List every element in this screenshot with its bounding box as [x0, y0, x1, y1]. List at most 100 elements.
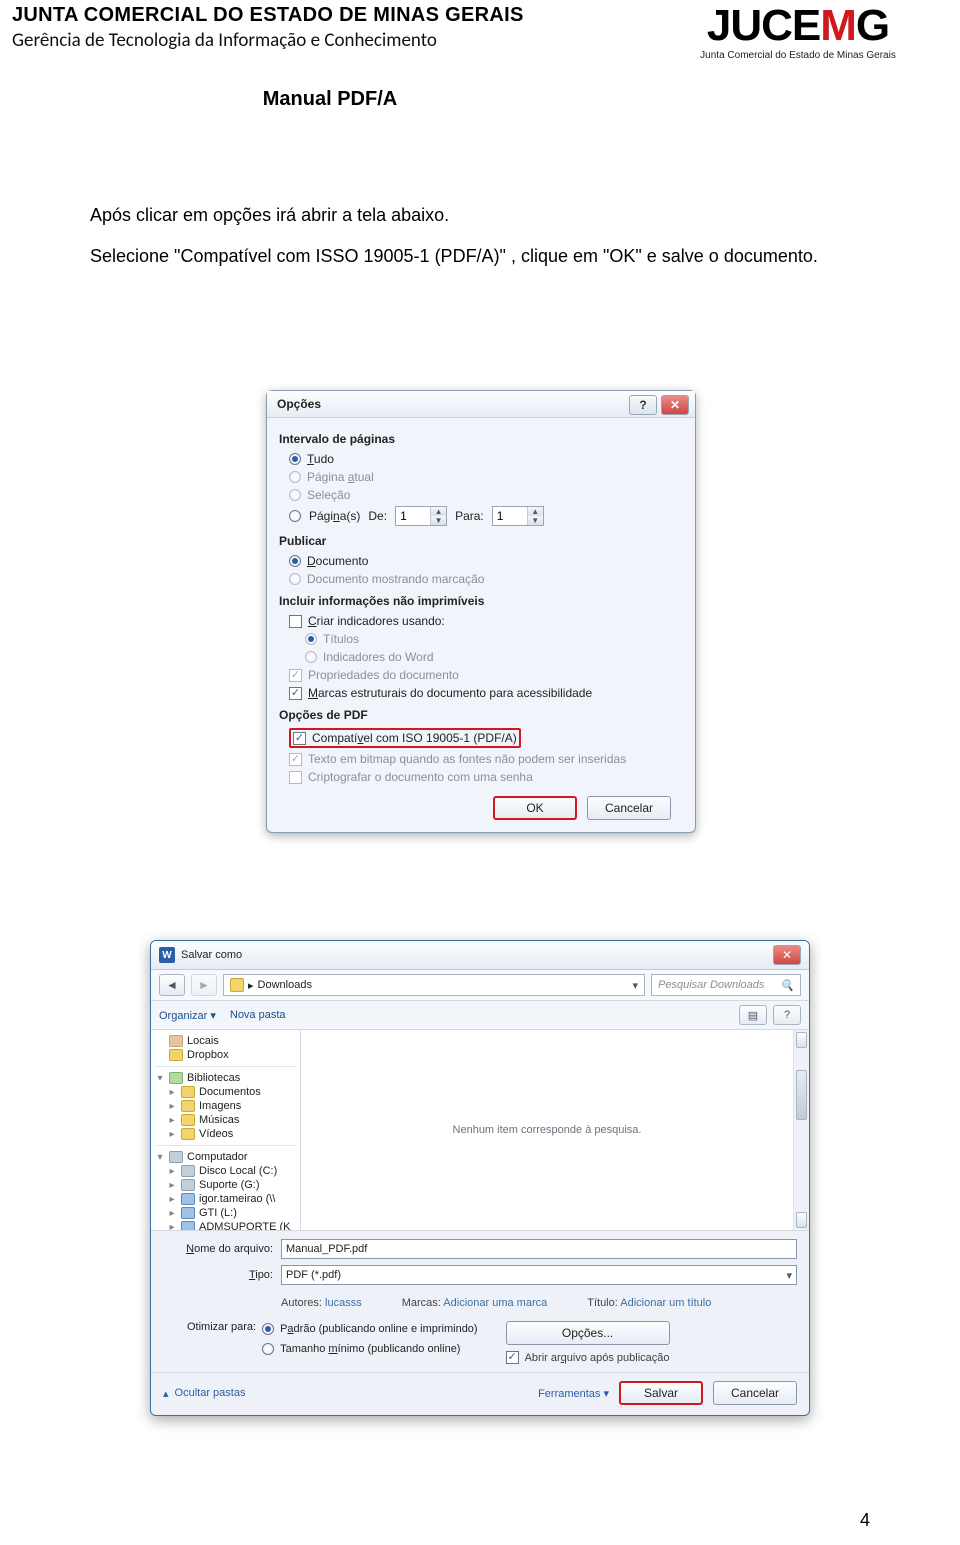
options-dialog-title: Opções — [277, 397, 321, 411]
ok-button[interactable]: OK — [493, 796, 577, 820]
tree-label: Vídeos — [199, 1128, 233, 1140]
breadcrumb-arrow-icon: ▸ — [248, 979, 254, 992]
tree-item-bibliotecas[interactable]: ▾Bibliotecas — [155, 1071, 296, 1085]
radio-icon — [289, 573, 301, 585]
dept-name: Gerência de Tecnologia da Informação e C… — [12, 29, 648, 52]
radio-icon — [289, 453, 301, 465]
hide-folders-label: Ocultar pastas — [175, 1387, 246, 1399]
cancel-button[interactable]: Cancelar — [587, 796, 671, 820]
view-mode-button[interactable]: ▤ — [739, 1005, 767, 1025]
pages-from-spinner[interactable]: ▲▼ — [395, 506, 447, 526]
meta-tags[interactable]: Marcas: Adicionar uma marca — [402, 1297, 548, 1309]
check-docprops-row[interactable]: Propriedades do documento — [279, 666, 683, 684]
network-drive-icon — [181, 1207, 195, 1219]
tree-item-gti[interactable]: ▸GTI (L:) — [155, 1206, 296, 1220]
tree-label: Músicas — [199, 1114, 239, 1126]
tree-item-suporte[interactable]: ▸Suporte (G:) — [155, 1178, 296, 1192]
radio-document-row[interactable]: Documento — [279, 552, 683, 570]
radio-icon — [262, 1343, 274, 1355]
checkbox-icon — [293, 732, 306, 745]
help-button[interactable]: ? — [629, 395, 657, 415]
logo-text-part1: JUCE — [707, 1, 820, 50]
radio-pages-label: Página(s) — [309, 509, 360, 523]
breadcrumb-item[interactable]: Downloads — [258, 979, 312, 991]
type-combo[interactable]: PDF (*.pdf) ▾ — [281, 1265, 797, 1285]
filename-input[interactable]: Manual_PDF.pdf — [281, 1239, 797, 1259]
radio-word-bookmarks-label: Indicadores do Word — [323, 650, 434, 664]
tree-item-imagens[interactable]: ▸Imagens — [155, 1099, 296, 1113]
spinner-up-icon[interactable]: ▲ — [430, 507, 446, 516]
logo: JUCEMG Junta Comercial do Estado de Mina… — [648, 4, 948, 61]
close-icon: ✕ — [670, 398, 680, 412]
page-number: 4 — [860, 1510, 870, 1531]
search-icon: 🔍 — [780, 979, 794, 992]
drive-icon — [181, 1179, 195, 1191]
breadcrumb-dropdown-icon[interactable]: ▾ — [632, 979, 638, 992]
pages-from-input[interactable] — [396, 509, 430, 523]
search-input[interactable]: Pesquisar Downloads 🔍 — [651, 974, 801, 996]
radio-titles-label: Títulos — [323, 632, 359, 646]
tree-item-admsuporte[interactable]: ▸ADMSUPORTE (K — [155, 1220, 296, 1230]
library-icon — [169, 1072, 183, 1084]
tree-item-documentos[interactable]: ▸Documentos — [155, 1085, 296, 1099]
close-button[interactable]: ✕ — [661, 395, 689, 415]
open-after-row[interactable]: Abrir arquivo após publicação — [506, 1351, 670, 1364]
tree-label: Bibliotecas — [187, 1072, 240, 1084]
group-publish: Publicar — [279, 534, 683, 548]
save-titlebar[interactable]: W Salvar como ✕ — [151, 941, 809, 970]
radio-icon — [305, 651, 317, 663]
optimize-min-row[interactable]: Tamanho mínimo (publicando online) — [262, 1341, 478, 1357]
save-button[interactable]: Salvar — [619, 1381, 703, 1405]
radio-current-label: Página atual — [307, 470, 374, 484]
radio-pages-row[interactable]: Página(s) De: ▲▼ Para: ▲▼ — [279, 504, 683, 528]
optimize-label: Otimizar para: — [187, 1321, 256, 1364]
options-button[interactable]: Opções... — [506, 1321, 670, 1345]
paragraph-1: Após clicar em opções irá abrir a tela a… — [90, 201, 870, 230]
tree-item-disco-c[interactable]: ▸Disco Local (C:) — [155, 1164, 296, 1178]
spinner-up-icon[interactable]: ▲ — [527, 507, 543, 516]
save-dialog-title: Salvar como — [181, 949, 242, 961]
metadata-row: Autores: lucasss Marcas: Adicionar uma m… — [163, 1291, 797, 1317]
type-row: Tipo: PDF (*.pdf) ▾ — [163, 1265, 797, 1285]
options-dialog-titlebar[interactable]: Opções ? ✕ — [267, 391, 695, 418]
optimize-standard-row[interactable]: Padrão (publicando online e imprimindo) — [262, 1321, 478, 1337]
ok-button-label: OK — [526, 801, 543, 815]
scrollbar-thumb[interactable] — [796, 1070, 807, 1120]
tree-label: ADMSUPORTE (K — [199, 1221, 290, 1230]
chevron-up-icon: ▴ — [163, 1387, 169, 1400]
tree-item-musicas[interactable]: ▸Músicas — [155, 1113, 296, 1127]
nav-back-button[interactable]: ◄ — [159, 974, 185, 996]
tree-label: Disco Local (C:) — [199, 1165, 277, 1177]
hide-folders-toggle[interactable]: ▴ Ocultar pastas — [163, 1387, 245, 1400]
check-bookmarks-row[interactable]: Criar indicadores usando: — [279, 612, 683, 630]
computer-icon — [169, 1151, 183, 1163]
pages-to-spinner[interactable]: ▲▼ — [492, 506, 544, 526]
organize-menu[interactable]: Organizar ▾ — [159, 1009, 216, 1022]
radio-selection-label: Seleção — [307, 488, 350, 502]
radio-all-row[interactable]: Tudo — [279, 450, 683, 468]
radio-current-row[interactable]: Página atual — [279, 468, 683, 486]
checkbox-icon — [506, 1351, 519, 1364]
logo-text-part2: G — [856, 1, 889, 50]
spinner-down-icon[interactable]: ▼ — [527, 516, 543, 525]
tree-item-dropbox[interactable]: Dropbox — [155, 1048, 296, 1062]
breadcrumb[interactable]: ▸ Downloads ▾ — [223, 974, 645, 996]
cancel-button[interactable]: Cancelar — [713, 1381, 797, 1405]
tree-item-locais[interactable]: Locais — [155, 1034, 296, 1048]
check-accessibility-row[interactable]: Marcas estruturais do documento para ace… — [279, 684, 683, 702]
check-iso-row[interactable]: Compatível com ISO 19005-1 (PDF/A) — [279, 726, 683, 750]
vertical-scrollbar[interactable] — [793, 1030, 809, 1230]
folder-tree[interactable]: Locais Dropbox ▾Bibliotecas ▸Documentos … — [151, 1030, 301, 1230]
meta-authors[interactable]: Autores: lucasss — [281, 1297, 362, 1309]
spinner-down-icon[interactable]: ▼ — [430, 516, 446, 525]
new-folder-button[interactable]: Nova pasta — [230, 1009, 286, 1022]
save-close-button[interactable]: ✕ — [773, 945, 801, 965]
tools-menu[interactable]: Ferramentas ▾ — [538, 1387, 609, 1400]
tree-item-computador[interactable]: ▾Computador — [155, 1150, 296, 1164]
save-as-dialog: W Salvar como ✕ ◄ ► ▸ Downloads ▾ Pesqui… — [150, 940, 810, 1416]
tree-item-videos[interactable]: ▸Vídeos — [155, 1127, 296, 1141]
meta-title[interactable]: Título: Adicionar um título — [587, 1297, 711, 1309]
pages-to-input[interactable] — [493, 509, 527, 523]
help-button[interactable]: ? — [773, 1005, 801, 1025]
tree-item-igor[interactable]: ▸igor.tameirao (\\ — [155, 1192, 296, 1206]
